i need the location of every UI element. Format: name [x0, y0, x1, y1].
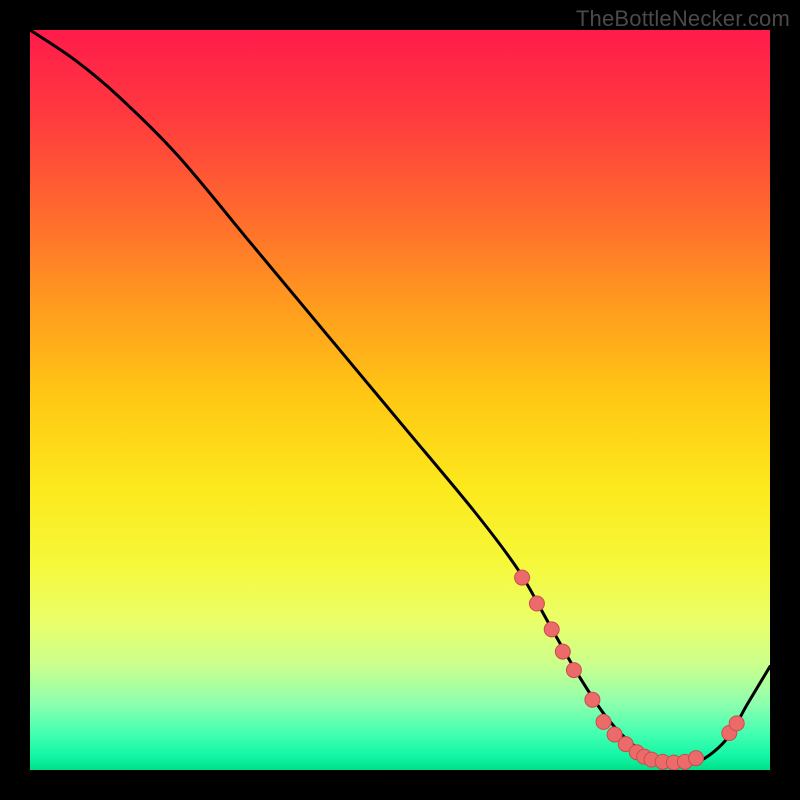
- marker-group: [515, 570, 745, 770]
- bottleneck-curve: [30, 30, 770, 765]
- data-marker: [596, 714, 611, 729]
- data-marker: [555, 644, 570, 659]
- curve-layer: [30, 30, 770, 770]
- data-marker: [585, 692, 600, 707]
- data-marker: [529, 596, 544, 611]
- data-marker: [544, 622, 559, 637]
- data-marker: [566, 663, 581, 678]
- data-marker: [729, 716, 744, 731]
- data-marker: [515, 570, 530, 585]
- plot-area: [30, 30, 770, 770]
- watermark-text: TheBottleNecker.com: [576, 6, 790, 32]
- data-marker: [689, 751, 704, 766]
- chart-frame: TheBottleNecker.com: [0, 0, 800, 800]
